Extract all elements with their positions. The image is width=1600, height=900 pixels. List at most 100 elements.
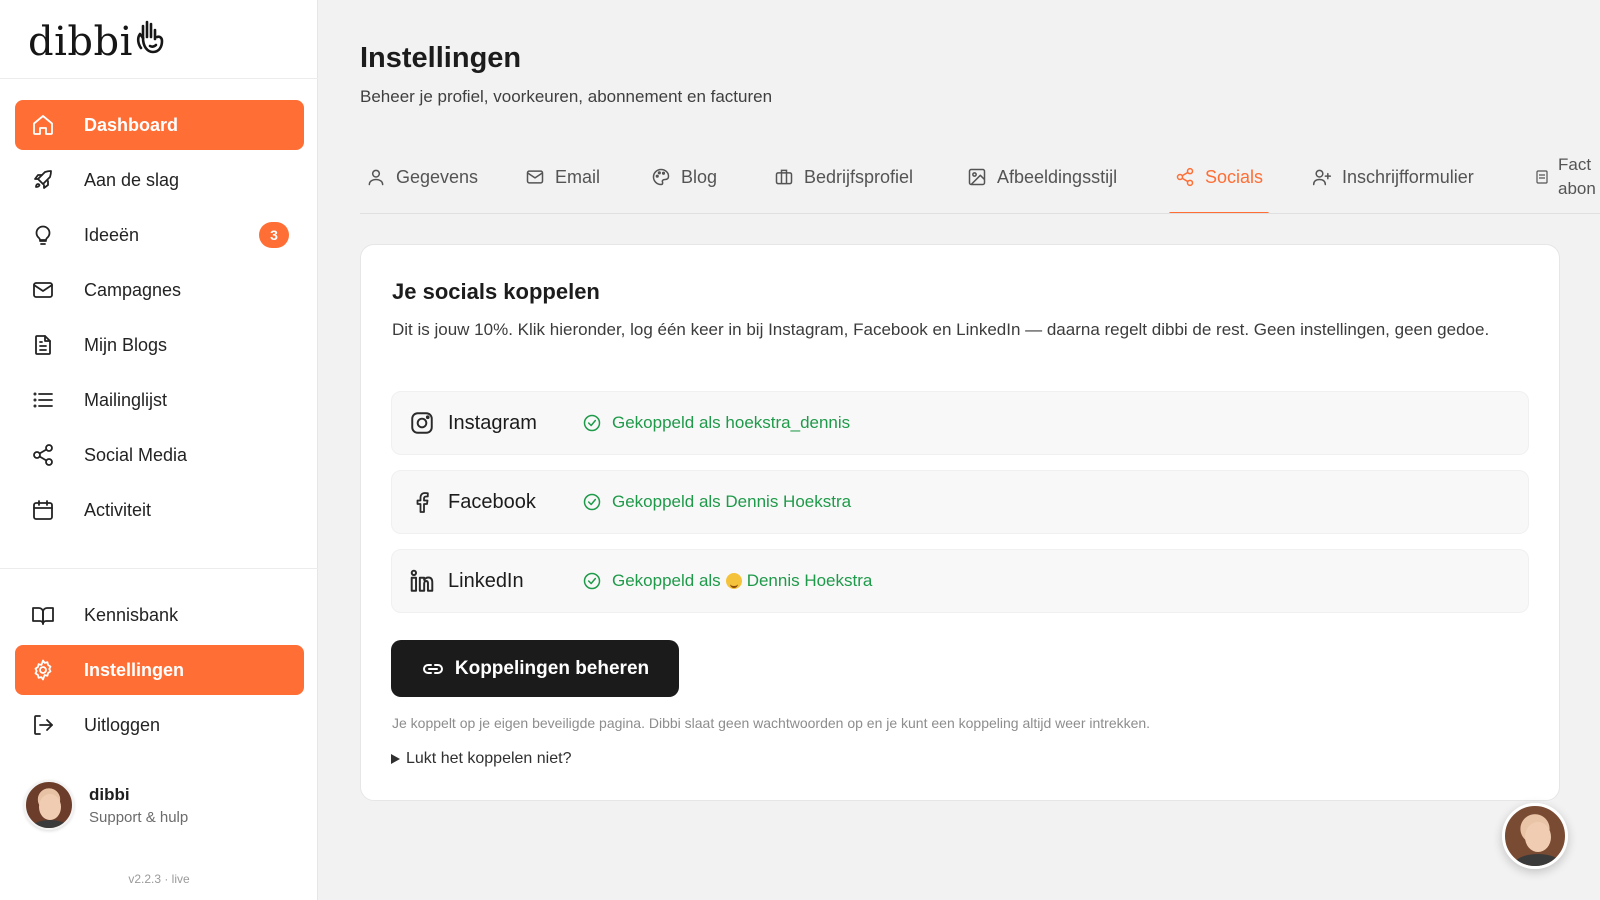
rocket-icon: [30, 167, 56, 193]
tab-bedrijfsprofiel[interactable]: Bedrijfsprofiel: [768, 140, 919, 213]
lightbulb-icon: [30, 222, 56, 248]
divider: [0, 568, 318, 569]
version-label: v2.2.3 · live: [128, 872, 190, 886]
nav-item-label: Mailinglijst: [84, 389, 168, 410]
mail-icon: [30, 277, 56, 303]
security-note: Je koppelt op je eigen beveiligde pagina…: [392, 715, 1151, 731]
nav-item-label: Social Media: [84, 444, 188, 465]
tab-label: Afbeeldingsstijl: [997, 166, 1118, 187]
calendar-icon: [30, 497, 56, 523]
tab-label: Gegevens: [396, 166, 479, 187]
page-title: Instellingen: [360, 42, 522, 74]
nav-item-label: Aan de slag: [84, 169, 180, 190]
nav-item-uitloggen[interactable]: Uitloggen: [15, 700, 304, 750]
nav-item-instellingen[interactable]: Instellingen: [15, 645, 304, 695]
social-row-instagram: Instagram Gekoppeld als hoekstra_dennis: [391, 391, 1529, 455]
tab-blog[interactable]: Blog: [645, 140, 723, 213]
card-title: Je socials koppelen: [392, 279, 600, 304]
nav-item-dashboard[interactable]: Dashboard: [15, 100, 304, 150]
nav-item-label: Campagnes: [84, 279, 182, 300]
socials-card: Je socials koppelen Dit is jouw 10%. Kli…: [360, 244, 1560, 801]
briefcase-icon: [774, 167, 794, 187]
nav-item-label: Uitloggen: [84, 714, 161, 735]
linkedin-icon: [408, 568, 436, 594]
instagram-icon: [408, 410, 436, 436]
help-disclosure[interactable]: Lukt het koppelen niet?: [391, 750, 571, 768]
user-icon: [366, 167, 386, 187]
nav-item-label: Kennisbank: [84, 604, 179, 625]
notification-badge: 3: [259, 222, 289, 248]
button-label: Koppelingen beheren: [454, 657, 650, 679]
support-name: dibbi: [89, 784, 130, 804]
tab-afbeeldingsstijl[interactable]: Afbeeldingsstijl: [961, 140, 1123, 213]
nav-item-mijn-blogs[interactable]: Mijn Blogs: [15, 320, 304, 370]
settings-tabs: Gegevens Email Blog Bedrijfsprofiel Afbe…: [360, 140, 1600, 214]
nav-item-label: Ideeën: [84, 224, 140, 245]
tab-label: Blog: [681, 166, 718, 187]
connection-status: Gekoppeld als hoekstra_dennis: [582, 413, 850, 433]
nav-item-label: Activiteit: [84, 499, 152, 520]
nav-item-kennisbank[interactable]: Kennisbank: [15, 590, 304, 640]
tab-label: Email: [555, 166, 601, 187]
nav-item-mailinglijst[interactable]: Mailinglijst: [15, 375, 304, 425]
share-icon: [1175, 167, 1195, 187]
image-icon: [967, 167, 987, 187]
nav-item-activiteit[interactable]: Activiteit: [15, 485, 304, 535]
nav-item-label: Dashboard: [84, 114, 179, 135]
tab-label: Fact abon: [1558, 155, 1596, 198]
tab-socials[interactable]: Socials: [1169, 140, 1270, 213]
social-row-linkedin: LinkedIn Gekoppeld als Dennis Hoekstra: [391, 549, 1529, 613]
palette-icon: [651, 167, 671, 187]
help-disclosure-label: Lukt het koppelen niet?: [406, 750, 572, 767]
hand-logo-icon: [135, 18, 165, 58]
support-subtitle: Support & hulp: [89, 808, 189, 826]
card-description: Dit is jouw 10%. Klik hieronder, log één…: [392, 320, 1490, 339]
nav-item-campagnes[interactable]: Campagnes: [15, 265, 304, 315]
nav-item-label: Instellingen: [84, 659, 185, 680]
avatar: [24, 780, 74, 830]
user-plus-icon: [1312, 167, 1332, 187]
disclosure-triangle-icon: [391, 754, 400, 764]
check-circle-icon: [583, 414, 601, 432]
tab-email[interactable]: Email: [519, 140, 606, 213]
social-row-facebook: Facebook Gekoppeld als Dennis Hoekstra: [391, 470, 1529, 534]
status-text-prefix: Gekoppeld als: [612, 571, 721, 590]
tab-label: Socials: [1205, 166, 1264, 187]
tab-facturen-abonnement[interactable]: Fact abon: [1530, 140, 1600, 213]
home-icon: [30, 112, 56, 138]
secondary-nav: Kennisbank Instellingen Uitloggen: [15, 590, 304, 755]
facebook-icon: [408, 489, 436, 515]
mail-icon: [525, 167, 545, 187]
status-text-suffix: Dennis Hoekstra: [746, 571, 873, 590]
tab-label: Inschrijfformulier: [1342, 166, 1474, 187]
manage-connections-button[interactable]: Koppelingen beheren: [391, 640, 679, 697]
book-icon: [30, 602, 56, 628]
connection-status: Gekoppeld als Dennis Hoekstra: [582, 571, 872, 591]
social-name: LinkedIn: [448, 569, 524, 592]
support-chat-button[interactable]: [1502, 803, 1568, 869]
support-card[interactable]: dibbi Support & hulp: [24, 780, 188, 830]
list-icon: [30, 387, 56, 413]
check-circle-icon: [583, 493, 601, 511]
gear-icon: [30, 657, 56, 683]
status-text: Gekoppeld als hoekstra_dennis: [612, 413, 851, 432]
connection-status: Gekoppeld als Dennis Hoekstra: [582, 492, 851, 512]
logout-icon: [30, 712, 56, 738]
page-subtitle: Beheer je profiel, voorkeuren, abonnemen…: [360, 87, 773, 106]
social-name: Instagram: [448, 411, 537, 434]
nav-item-aan-de-slag[interactable]: Aan de slag: [15, 155, 304, 205]
link-icon: [422, 663, 443, 674]
divider: [0, 78, 318, 79]
receipt-icon: [1536, 170, 1548, 184]
nav-item-label: Mijn Blogs: [84, 334, 168, 355]
tab-label: Bedrijfsprofiel: [804, 166, 914, 187]
share-icon: [30, 442, 56, 468]
tab-gegevens[interactable]: Gegevens: [360, 140, 484, 213]
sidebar: dibbi Dashboard Aan de slag Ideeën 3 Cam…: [0, 0, 318, 900]
logo-text: dibbi: [28, 19, 133, 65]
check-circle-icon: [583, 572, 601, 590]
nav-item-ideeen[interactable]: Ideeën 3: [15, 210, 304, 260]
tab-inschrijfformulier[interactable]: Inschrijfformulier: [1306, 140, 1480, 213]
logo[interactable]: dibbi: [28, 16, 165, 68]
nav-item-social-media[interactable]: Social Media: [15, 430, 304, 480]
